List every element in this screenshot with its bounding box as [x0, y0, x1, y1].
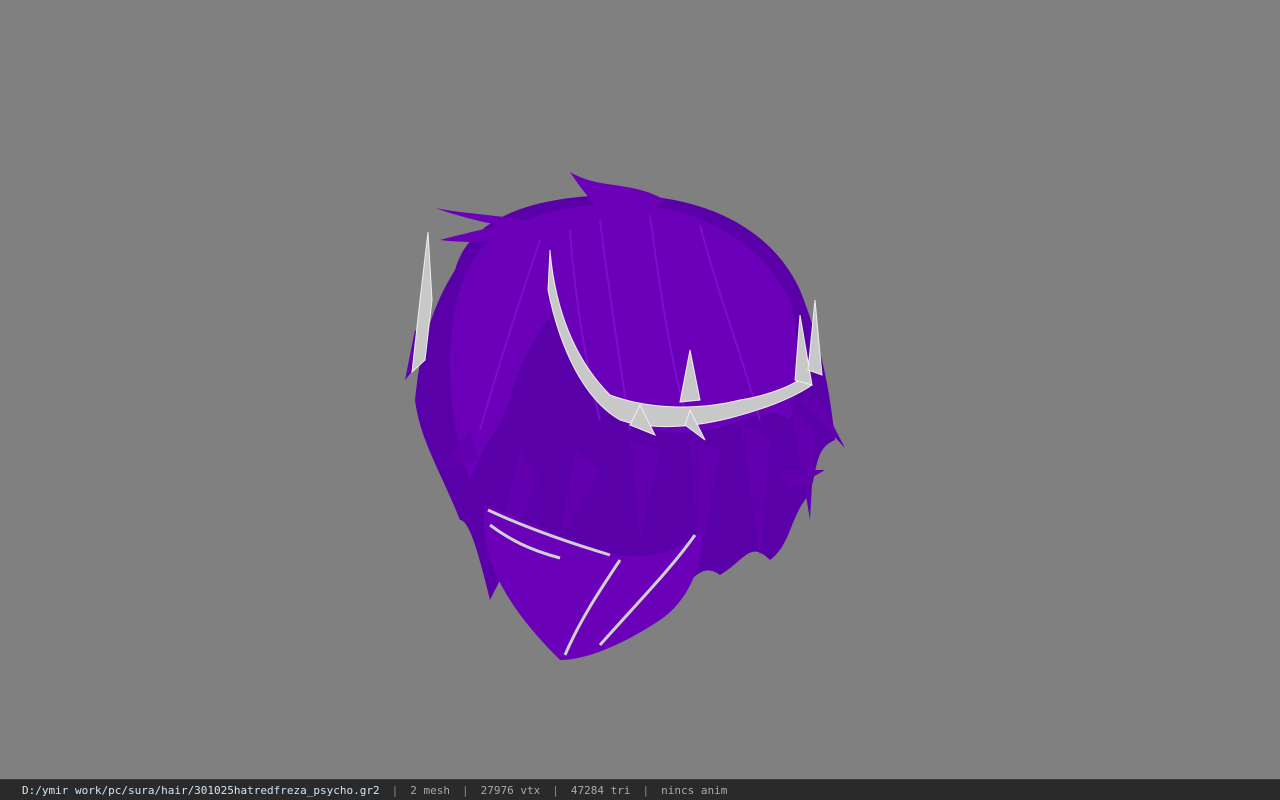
status-separator: |	[462, 783, 469, 797]
hair-mesh	[405, 172, 845, 600]
animation-status-label: nincs anim	[661, 783, 728, 797]
status-separator: |	[552, 783, 559, 797]
vertex-count-label: 27976 vtx	[480, 783, 541, 797]
triangle-count-label: 47284 tri	[570, 783, 631, 797]
mesh-count-label: 2 mesh	[410, 783, 450, 797]
hair-model-render	[405, 172, 845, 660]
status-separator: |	[391, 783, 399, 797]
3d-viewport[interactable]	[0, 0, 1280, 779]
status-separator: |	[642, 783, 650, 797]
status-bar: D:/ymir work/pc/sura/hair/301025hatredfr…	[0, 779, 1280, 800]
file-path-label: D:/ymir work/pc/sura/hair/301025hatredfr…	[22, 783, 380, 797]
